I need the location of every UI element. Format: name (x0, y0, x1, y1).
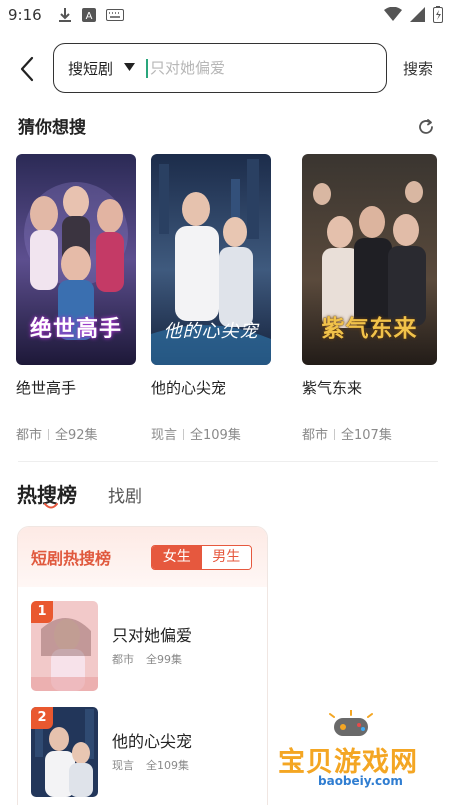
drama-poster[interactable]: 紫气东来 (302, 154, 437, 365)
ranking-item-genre: 现言 (112, 759, 134, 772)
search-input[interactable] (150, 56, 370, 80)
ranking-thumbnail[interactable]: 1 (31, 601, 98, 691)
drama-card[interactable]: 绝世高手 绝世高手 都市 全92集 (16, 154, 136, 443)
search-button[interactable]: 搜索 (403, 58, 433, 79)
ranking-item[interactable]: 2 他的心尖宠 现言 全109集 (31, 707, 261, 797)
poster-title: 绝世高手 (29, 317, 122, 342)
drama-episodes: 全109集 (190, 428, 241, 443)
ranking-thumbnail[interactable]: 2 (31, 707, 98, 797)
drama-poster[interactable]: 绝世高手 (16, 154, 136, 365)
drama-meta: 都市 全107集 (302, 424, 392, 443)
translate-icon: A (82, 8, 96, 22)
site-watermark: 宝贝游戏网 baobeiy.com (276, 710, 426, 800)
status-time: 9:16 (8, 6, 42, 24)
drama-meta: 现言 全109集 (151, 424, 241, 443)
ranking-item-meta: 现言 全109集 (112, 757, 189, 773)
keyboard-icon (106, 9, 124, 21)
back-arrow-icon[interactable] (14, 55, 42, 83)
search-type-selector[interactable]: 搜短剧 (68, 58, 113, 79)
tab-find-drama[interactable]: 找剧 (108, 482, 142, 507)
text-cursor (146, 59, 148, 78)
watermark-url: baobeiy.com (318, 774, 403, 788)
drama-card[interactable]: 紫气东来 紫气东来 都市 全107集 (302, 154, 437, 443)
drama-card[interactable]: 他的心尖宠 他的心尖宠 现言 全109集 (151, 154, 271, 443)
drama-genre: 都市 (16, 428, 43, 443)
rank-badge: 1 (31, 601, 53, 623)
battery-icon (433, 6, 443, 23)
poster-title: 他的心尖宠 (163, 321, 259, 342)
gamepad-icon (329, 710, 373, 736)
tab-active-indicator (44, 503, 58, 509)
download-icon (59, 8, 71, 22)
ranking-card: 短剧热搜榜 女生 男生 1 只对她偏爱 都市 全99集 2 他的心尖宠 现言 全… (17, 526, 268, 805)
gender-female-button[interactable]: 女生 (152, 546, 202, 569)
meta-divider (334, 429, 336, 440)
drama-genre: 现言 (151, 428, 178, 443)
ranking-item-title: 只对她偏爱 (112, 626, 193, 645)
drama-episodes: 全92集 (55, 428, 98, 443)
drama-title: 绝世高手 (16, 379, 77, 397)
refresh-icon[interactable] (417, 118, 435, 136)
guess-section-title: 猜你想搜 (18, 118, 86, 138)
ranking-item-title: 他的心尖宠 (112, 732, 193, 751)
wifi-icon (384, 7, 402, 21)
section-divider (18, 461, 438, 462)
gender-toggle: 女生 男生 (151, 545, 252, 570)
status-left-icons: A (58, 7, 124, 23)
svg-text:A: A (86, 11, 93, 22)
meta-divider (183, 429, 185, 440)
poster-title: 紫气东来 (321, 316, 418, 342)
status-bar: 9:16 A (0, 0, 453, 30)
ranking-item[interactable]: 1 只对她偏爱 都市 全99集 (31, 601, 261, 691)
ranking-title: 短剧热搜榜 (31, 549, 112, 568)
caret-down-icon[interactable] (124, 63, 135, 71)
signal-icon (410, 7, 425, 22)
meta-divider (48, 429, 50, 440)
gender-male-button[interactable]: 男生 (201, 546, 251, 569)
search-box: 搜短剧 (53, 43, 387, 93)
ranking-item-episodes: 全109集 (146, 759, 189, 772)
ranking-item-episodes: 全99集 (146, 653, 182, 666)
rank-badge: 2 (31, 707, 53, 729)
ranking-item-meta: 都市 全99集 (112, 651, 182, 667)
ranking-item-genre: 都市 (112, 653, 134, 666)
drama-meta: 都市 全92集 (16, 424, 98, 443)
drama-title: 他的心尖宠 (151, 379, 227, 397)
drama-poster[interactable]: 他的心尖宠 (151, 154, 271, 365)
drama-title: 紫气东来 (302, 379, 363, 397)
drama-episodes: 全107集 (341, 428, 392, 443)
status-right-icons (384, 6, 443, 23)
drama-genre: 都市 (302, 428, 329, 443)
